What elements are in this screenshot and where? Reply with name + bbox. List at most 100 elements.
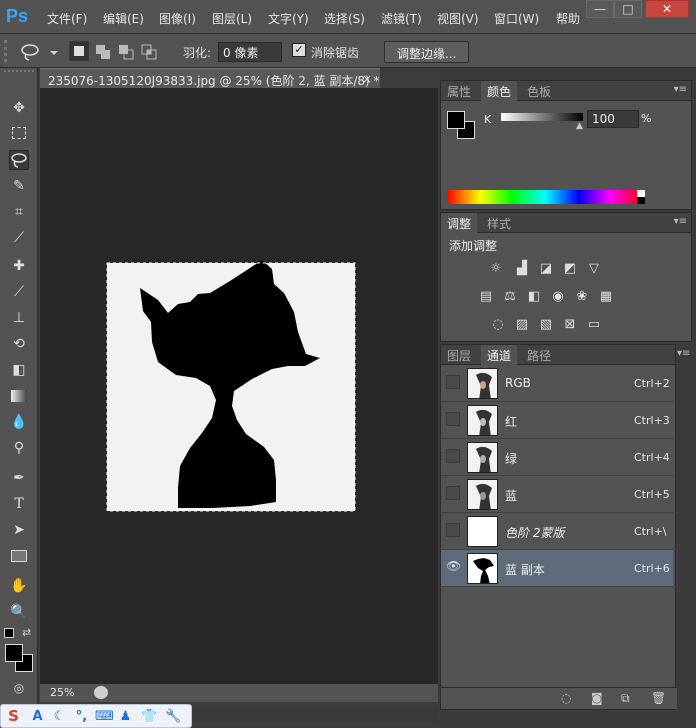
menu-layer[interactable]: 图层(L) (212, 10, 252, 27)
maximize-button[interactable]: □ (614, 0, 642, 18)
menu-help[interactable]: 帮助 (556, 10, 580, 27)
color-balance-icon[interactable]: ⚖ (501, 289, 519, 305)
foreground-color-swatch[interactable] (5, 644, 23, 662)
color-fg-swatch[interactable] (447, 111, 465, 129)
photo-filter-icon[interactable]: ◉ (549, 289, 567, 305)
curves-icon[interactable]: ◪ (537, 261, 555, 277)
status-menu-icon[interactable] (94, 686, 108, 699)
add-selection-button[interactable] (92, 41, 112, 61)
ime-moon-icon[interactable]: ☾ (51, 708, 68, 725)
zoom-level[interactable]: 25% (50, 686, 74, 699)
quick-selection-tool-icon[interactable]: ✎ (9, 176, 29, 196)
swap-colors-icon[interactable]: ⇄ (22, 626, 31, 639)
channel-row-green[interactable]: 绿 Ctrl+4 (441, 439, 673, 476)
lasso-tool-icon[interactable] (9, 150, 29, 170)
canvas-area[interactable] (40, 88, 438, 684)
hand-tool-icon[interactable]: ✋ (9, 576, 29, 596)
new-selection-button[interactable] (69, 41, 89, 61)
levels-icon[interactable]: ▟ (513, 261, 531, 277)
hue-saturation-icon[interactable]: ▤ (477, 289, 495, 305)
minimize-button[interactable]: — (586, 0, 614, 18)
ime-settings-icon[interactable]: 🔧 (165, 708, 182, 725)
refine-edge-button[interactable]: 调整边缘... (384, 41, 470, 63)
menu-window[interactable]: 窗口(W) (494, 10, 539, 27)
quick-mask-icon[interactable]: ◎ (9, 678, 29, 698)
menu-image[interactable]: 图像(I) (159, 10, 196, 27)
zoom-tool-icon[interactable]: 🔍 (9, 602, 29, 622)
k-slider-track[interactable] (501, 113, 583, 121)
document-canvas[interactable] (40, 88, 438, 684)
pen-tool-icon[interactable]: ✒ (9, 468, 29, 488)
load-selection-icon[interactable]: ◌ (561, 691, 571, 705)
threshold-icon[interactable]: ▧ (537, 317, 555, 333)
crop-tool-icon[interactable]: ⌗ (9, 202, 29, 222)
channel-mixer-icon[interactable]: ❀ (573, 289, 591, 305)
panel-menu-icon[interactable]: ▾≡ (674, 216, 687, 227)
ime-keyboard-icon[interactable]: ⌨ (95, 708, 114, 725)
ime-skin-icon[interactable]: 👕 (141, 708, 158, 725)
channel-row-red[interactable]: 红 Ctrl+3 (441, 402, 673, 439)
visibility-toggle[interactable] (446, 486, 460, 500)
tab-adjustments[interactable]: 调整 (441, 213, 478, 233)
tab-color[interactable]: 颜色 (481, 81, 518, 101)
move-tool-icon[interactable]: ✥ (9, 98, 29, 118)
k-value-input[interactable] (587, 110, 639, 128)
tab-properties[interactable]: 属性 (441, 81, 477, 101)
visibility-toggle[interactable] (446, 375, 460, 389)
ime-person-icon[interactable]: ♟ (117, 708, 134, 725)
panel-menu-icon[interactable]: ▾≡ (674, 84, 687, 95)
spectrum-black-swatch[interactable] (637, 197, 645, 204)
tab-swatches[interactable]: 色板 (521, 81, 557, 101)
delete-channel-icon[interactable]: 🗑 (651, 691, 666, 705)
gradient-tool-icon[interactable] (9, 386, 29, 406)
channel-row-rgb[interactable]: RGB Ctrl+2 (441, 365, 673, 402)
antialias-checkbox[interactable]: ✓ (292, 43, 306, 57)
blur-tool-icon[interactable]: 💧 (9, 412, 29, 432)
color-lookup-icon[interactable]: ▦ (597, 289, 615, 305)
panel-menu-icon[interactable]: ▾≡ (677, 348, 690, 359)
clone-stamp-tool-icon[interactable]: ⊥ (9, 308, 29, 328)
close-button[interactable]: ✕ (645, 0, 689, 18)
gradient-map-icon[interactable]: ▭ (585, 317, 603, 333)
menu-select[interactable]: 选择(S) (324, 10, 365, 27)
rectangle-tool-icon[interactable] (9, 546, 29, 566)
vibrance-icon[interactable]: ▽ (585, 261, 603, 277)
color-spectrum-bar[interactable] (447, 190, 643, 204)
channel-row-blue[interactable]: 蓝 Ctrl+5 (441, 476, 673, 513)
eraser-tool-icon[interactable]: ◧ (9, 360, 29, 380)
menu-view[interactable]: 视图(V) (437, 10, 479, 27)
exposure-icon[interactable]: ◩ (561, 261, 579, 277)
visibility-toggle[interactable] (446, 449, 460, 463)
feather-input[interactable] (218, 42, 282, 62)
tab-layers[interactable]: 图层 (441, 345, 477, 365)
tab-styles[interactable]: 样式 (481, 213, 517, 233)
marquee-tool-icon[interactable] (9, 124, 29, 144)
document-tab[interactable]: 235076-1305120J93833.jpg @ 25% (色阶 2, 蓝 … (40, 68, 380, 88)
close-document-icon[interactable]: × (362, 72, 372, 86)
tab-channels[interactable]: 通道 (481, 345, 518, 365)
menu-filter[interactable]: 滤镜(T) (381, 10, 422, 27)
eye-icon[interactable]: 👁 (446, 560, 461, 574)
menu-type[interactable]: 文字(Y) (268, 10, 309, 27)
new-channel-icon[interactable]: ⧉ (621, 691, 630, 706)
selective-color-icon[interactable]: ⊠ (561, 317, 579, 333)
brush-tool-icon[interactable]: ⟋ (9, 282, 29, 302)
channel-row-blue-copy[interactable]: 👁 蓝 副本 Ctrl+6 (441, 550, 673, 587)
subtract-selection-button[interactable] (115, 41, 135, 61)
healing-brush-tool-icon[interactable]: ✚ (9, 256, 29, 276)
tab-paths[interactable]: 路径 (521, 345, 557, 365)
intersect-selection-button[interactable] (138, 41, 158, 61)
posterize-icon[interactable]: ▨ (513, 317, 531, 333)
channel-row-levels-mask[interactable]: 色阶 2蒙版 Ctrl+\ (441, 513, 673, 550)
k-slider-handle-icon[interactable]: ▲ (576, 121, 583, 131)
invert-icon[interactable]: ◌ (489, 317, 507, 333)
spectrum-white-swatch[interactable] (637, 190, 645, 197)
visibility-toggle[interactable] (446, 523, 460, 537)
dodge-tool-icon[interactable]: ⚲ (9, 438, 29, 458)
default-colors-icon[interactable] (4, 628, 14, 638)
brightness-icon[interactable]: ☼ (487, 261, 505, 277)
ime-punctuation-icon[interactable]: °, (73, 708, 90, 725)
ime-language-icon[interactable]: A (29, 708, 46, 725)
path-selection-tool-icon[interactable]: ➤ (9, 520, 29, 540)
save-selection-icon[interactable]: ◙ (591, 691, 603, 705)
